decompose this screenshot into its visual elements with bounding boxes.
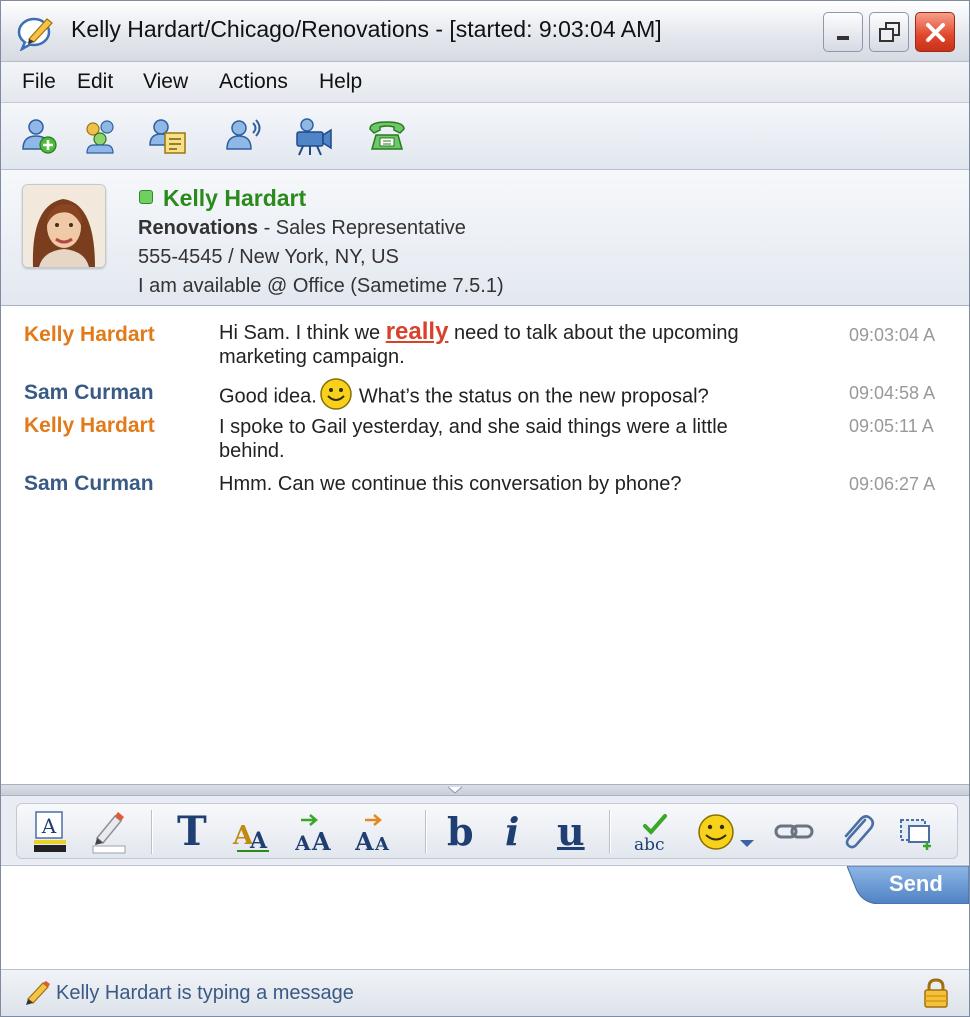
restore-button[interactable] (869, 12, 909, 52)
contact-status: I am available @ Office (Sametime 7.5.1) (138, 275, 504, 297)
screen-capture-icon[interactable] (897, 810, 939, 854)
window-title: Kelly Hardart/Chicago/Renovations - [sta… (71, 16, 662, 42)
highlight-color-icon[interactable] (89, 810, 129, 854)
contact-card: Kelly Hardart Renovations - Sales Repres… (1, 170, 969, 306)
contact-name: Kelly Hardart (163, 185, 307, 211)
minimize-button[interactable] (823, 12, 863, 52)
emoticon-picker-icon[interactable] (695, 810, 759, 854)
contact-photo-icon (23, 185, 105, 267)
contact-role: - Sales Representative (258, 217, 466, 239)
menu-bar: File Edit View Actions Help (1, 62, 969, 103)
typing-pencil-icon (26, 981, 50, 1005)
message-time: 09:04:58 A (849, 383, 936, 403)
font-icon[interactable]: A A (231, 810, 273, 854)
format-toolbar: A T A A A A A A b i u abc (1, 796, 969, 864)
svg-text:A: A (311, 827, 331, 854)
chat-transcript[interactable]: Kelly Hardart Hi Sam. I think we really … (1, 306, 969, 784)
spell-check-icon[interactable]: abc (631, 810, 673, 854)
bold-button[interactable]: b (447, 810, 474, 854)
phone-icon[interactable] (366, 115, 408, 157)
message-text-part: Good idea. (219, 385, 317, 408)
typing-status: Kelly Hardart is typing a message (56, 982, 354, 1004)
message-emphasis: really (385, 318, 449, 345)
add-contact-icon[interactable] (18, 115, 60, 157)
svg-text:A: A (355, 827, 374, 854)
link-icon[interactable] (773, 810, 815, 854)
svg-text:A: A (41, 814, 57, 838)
toolbar-separator (425, 810, 426, 854)
message-time: 09:05:11 A (849, 416, 934, 436)
contact-phone-location: 555-4545 / New York, NY, US (138, 246, 399, 268)
italic-button[interactable]: i (505, 810, 519, 854)
message-time: 09:03:04 A (849, 325, 936, 345)
menu-view[interactable]: View (143, 70, 188, 94)
message-text: Good idea. What’s the status on the new p… (219, 378, 829, 414)
attach-file-icon[interactable] (835, 810, 877, 854)
status-available-icon (139, 190, 153, 204)
svg-text:A: A (295, 831, 311, 854)
message-sender: Sam Curman (24, 472, 154, 495)
restore-icon (879, 22, 900, 42)
text-color-icon[interactable]: A (31, 810, 71, 854)
format-toolbar-group: A T A A A A A A b i u abc (16, 803, 958, 859)
message-input-area[interactable] (1, 865, 969, 970)
menu-file[interactable]: File (22, 70, 56, 94)
group-chat-icon[interactable] (79, 115, 121, 157)
message-sender: Kelly Hardart (24, 323, 155, 346)
collapse-arrow-icon[interactable] (447, 786, 463, 794)
text-style-button[interactable]: T (177, 810, 207, 854)
video-call-icon[interactable] (293, 115, 335, 157)
message-text: Hi Sam. I think we really need to talk a… (219, 320, 829, 369)
pane-splitter[interactable] (1, 784, 969, 796)
toolbar-separator (151, 810, 152, 854)
message-sender: Sam Curman (24, 381, 154, 404)
avatar[interactable] (22, 184, 106, 268)
contact-company: Renovations (138, 217, 259, 239)
svg-text:abc: abc (634, 835, 665, 854)
message-text-part: Hi Sam. I think we (219, 322, 386, 344)
status-bar: Kelly Hardart is typing a message (1, 969, 969, 1016)
menu-edit[interactable]: Edit (77, 70, 113, 94)
close-icon (926, 23, 945, 42)
smiley-emoticon-icon (320, 378, 352, 410)
message-text: Hmm. Can we continue this conversation b… (219, 473, 682, 495)
decrease-font-size-icon[interactable]: A A (355, 810, 397, 854)
send-button[interactable]: Send (889, 871, 943, 897)
chat-window: Kelly Hardart/Chicago/Renovations - [sta… (0, 0, 970, 1017)
increase-font-size-icon[interactable]: A A (295, 810, 337, 854)
contact-company-line: Renovations - Sales Representative (138, 217, 466, 240)
encryption-lock-icon (924, 978, 948, 1008)
svg-text:A: A (374, 834, 390, 854)
menu-actions[interactable]: Actions (219, 70, 288, 94)
close-button[interactable] (915, 12, 955, 52)
message-text-part: What’s the status on the new proposal? (358, 385, 709, 408)
message-text: I spoke to Gail yesterday, and she said … (219, 416, 728, 462)
menu-help[interactable]: Help (319, 70, 362, 94)
title-bar[interactable]: Kelly Hardart/Chicago/Renovations - [sta… (1, 1, 969, 62)
toolbar-separator (609, 810, 610, 854)
message-time: 09:06:27 A (849, 474, 936, 494)
chat-app-icon (17, 17, 53, 51)
minimize-icon (837, 36, 849, 40)
message-sender: Kelly Hardart (24, 414, 155, 437)
main-toolbar (1, 103, 969, 170)
share-screen-icon[interactable] (147, 115, 189, 157)
voice-call-icon[interactable] (223, 115, 265, 157)
underline-button[interactable]: u (557, 810, 585, 854)
